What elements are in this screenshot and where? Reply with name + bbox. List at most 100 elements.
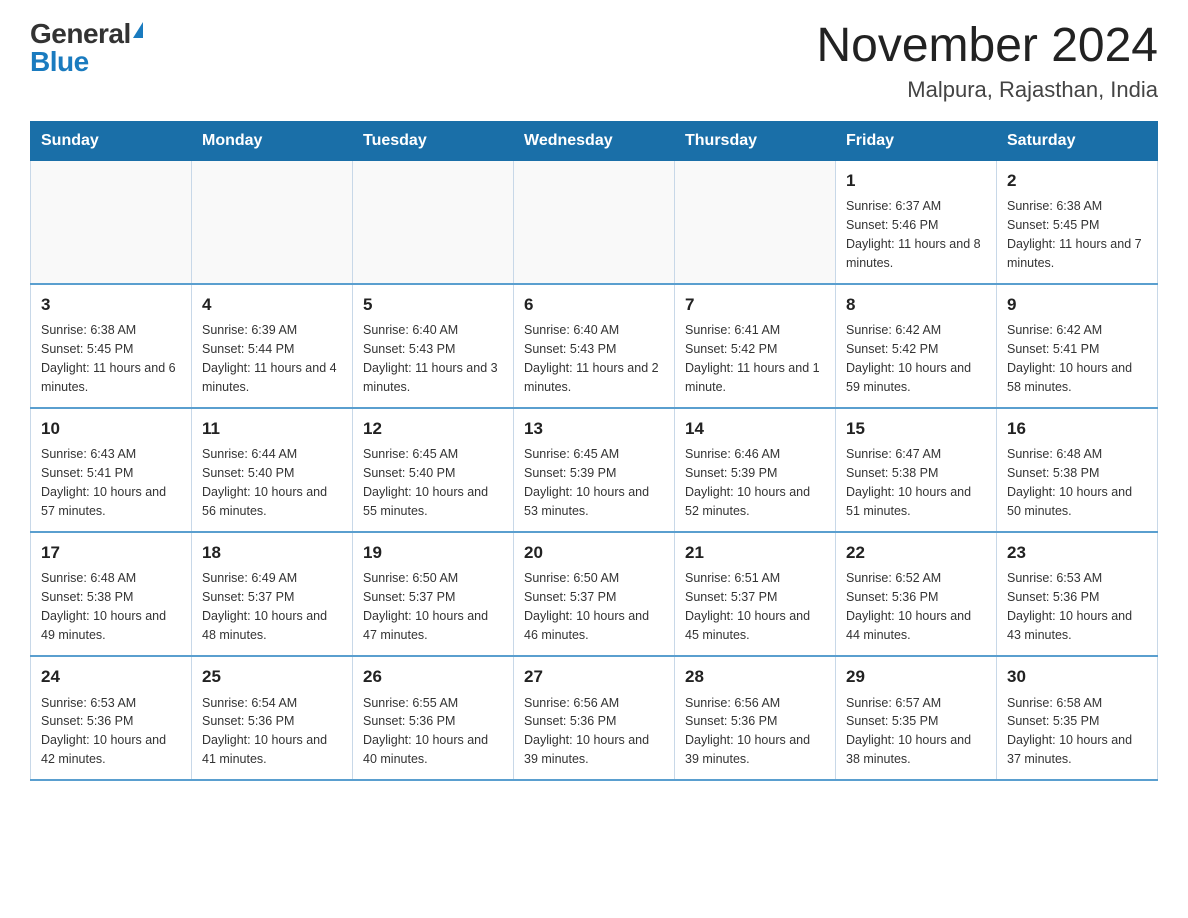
calendar-week-row: 17 Sunrise: 6:48 AM Sunset: 5:38 PM Dayli… [31,532,1158,656]
day-info-text: Sunrise: 6:47 AM Sunset: 5:38 PM Dayligh… [846,447,971,518]
day-info-text: Sunrise: 6:45 AM Sunset: 5:39 PM Dayligh… [524,447,649,518]
day-info-text: Sunrise: 6:54 AM Sunset: 5:36 PM Dayligh… [202,696,327,767]
day-number: 9 [1007,293,1147,318]
calendar-week-row: 3 Sunrise: 6:38 AM Sunset: 5:45 PM Daylig… [31,284,1158,408]
day-info-text: Sunrise: 6:46 AM Sunset: 5:39 PM Dayligh… [685,447,810,518]
day-info-text: Sunrise: 6:38 AM Sunset: 5:45 PM Dayligh… [1007,199,1142,270]
day-number: 13 [524,417,664,442]
day-info-text: Sunrise: 6:38 AM Sunset: 5:45 PM Dayligh… [41,323,176,394]
day-number: 19 [363,541,503,566]
day-number: 11 [202,417,342,442]
day-number: 16 [1007,417,1147,442]
day-of-week-header: Saturday [997,121,1158,160]
logo: General Blue [30,20,143,76]
calendar-day-cell [353,160,514,284]
day-number: 24 [41,665,181,690]
day-number: 21 [685,541,825,566]
calendar-day-cell: 22 Sunrise: 6:52 AM Sunset: 5:36 PM Dayli… [836,532,997,656]
day-number: 2 [1007,169,1147,194]
calendar-day-cell [192,160,353,284]
day-number: 29 [846,665,986,690]
day-number: 15 [846,417,986,442]
day-info-text: Sunrise: 6:52 AM Sunset: 5:36 PM Dayligh… [846,571,971,642]
calendar-day-cell: 3 Sunrise: 6:38 AM Sunset: 5:45 PM Daylig… [31,284,192,408]
calendar-day-cell: 9Sunrise: 6:42 AM Sunset: 5:41 PM Daylig… [997,284,1158,408]
calendar-week-row: 10 Sunrise: 6:43 AM Sunset: 5:41 PM Dayli… [31,408,1158,532]
day-info-text: Sunrise: 6:48 AM Sunset: 5:38 PM Dayligh… [1007,447,1132,518]
day-info-text: Sunrise: 6:44 AM Sunset: 5:40 PM Dayligh… [202,447,327,518]
calendar-day-cell: 25 Sunrise: 6:54 AM Sunset: 5:36 PM Dayli… [192,656,353,780]
day-info-text: Sunrise: 6:50 AM Sunset: 5:37 PM Dayligh… [524,571,649,642]
day-number: 14 [685,417,825,442]
calendar-day-cell: 17 Sunrise: 6:48 AM Sunset: 5:38 PM Dayli… [31,532,192,656]
calendar-day-cell: 18 Sunrise: 6:49 AM Sunset: 5:37 PM Dayli… [192,532,353,656]
day-info-text: Sunrise: 6:48 AM Sunset: 5:38 PM Dayligh… [41,571,166,642]
day-info-text: Sunrise: 6:37 AM Sunset: 5:46 PM Dayligh… [846,199,981,270]
calendar-week-row: 1Sunrise: 6:37 AM Sunset: 5:46 PM Daylig… [31,160,1158,284]
calendar-title: November 2024 [816,20,1158,73]
day-number: 5 [363,293,503,318]
day-of-week-header: Wednesday [514,121,675,160]
title-block: November 2024 Malpura, Rajasthan, India [816,20,1158,103]
day-number: 20 [524,541,664,566]
day-number: 10 [41,417,181,442]
day-number: 17 [41,541,181,566]
page-header: General Blue November 2024 Malpura, Raja… [30,20,1158,103]
calendar-day-cell: 15 Sunrise: 6:47 AM Sunset: 5:38 PM Dayli… [836,408,997,532]
calendar-day-cell: 11 Sunrise: 6:44 AM Sunset: 5:40 PM Dayli… [192,408,353,532]
day-of-week-header: Sunday [31,121,192,160]
calendar-day-cell [31,160,192,284]
day-info-text: Sunrise: 6:42 AM Sunset: 5:42 PM Dayligh… [846,323,971,394]
day-number: 12 [363,417,503,442]
day-number: 26 [363,665,503,690]
calendar-header-row: SundayMondayTuesdayWednesdayThursdayFrid… [31,121,1158,160]
day-number: 8 [846,293,986,318]
day-info-text: Sunrise: 6:49 AM Sunset: 5:37 PM Dayligh… [202,571,327,642]
calendar-day-cell: 26 Sunrise: 6:55 AM Sunset: 5:36 PM Dayli… [353,656,514,780]
calendar-day-cell: 27 Sunrise: 6:56 AM Sunset: 5:36 PM Dayli… [514,656,675,780]
calendar-day-cell: 10 Sunrise: 6:43 AM Sunset: 5:41 PM Dayli… [31,408,192,532]
day-number: 18 [202,541,342,566]
calendar-day-cell: 5 Sunrise: 6:40 AM Sunset: 5:43 PM Daylig… [353,284,514,408]
calendar-day-cell: 23Sunrise: 6:53 AM Sunset: 5:36 PM Dayli… [997,532,1158,656]
day-number: 6 [524,293,664,318]
day-of-week-header: Monday [192,121,353,160]
calendar-day-cell: 2 Sunrise: 6:38 AM Sunset: 5:45 PM Daylig… [997,160,1158,284]
day-of-week-header: Thursday [675,121,836,160]
day-info-text: Sunrise: 6:51 AM Sunset: 5:37 PM Dayligh… [685,571,810,642]
calendar-week-row: 24 Sunrise: 6:53 AM Sunset: 5:36 PM Dayli… [31,656,1158,780]
calendar-day-cell: 8 Sunrise: 6:42 AM Sunset: 5:42 PM Daylig… [836,284,997,408]
calendar-day-cell: 20 Sunrise: 6:50 AM Sunset: 5:37 PM Dayli… [514,532,675,656]
calendar-day-cell: 16 Sunrise: 6:48 AM Sunset: 5:38 PM Dayli… [997,408,1158,532]
day-number: 3 [41,293,181,318]
day-of-week-header: Tuesday [353,121,514,160]
day-info-text: Sunrise: 6:39 AM Sunset: 5:44 PM Dayligh… [202,323,337,394]
day-info-text: Sunrise: 6:53 AM Sunset: 5:36 PM Dayligh… [1007,571,1132,642]
logo-triangle-icon [133,22,143,38]
day-number: 25 [202,665,342,690]
day-info-text: Sunrise: 6:41 AM Sunset: 5:42 PM Dayligh… [685,323,820,394]
day-of-week-header: Friday [836,121,997,160]
calendar-day-cell: 14 Sunrise: 6:46 AM Sunset: 5:39 PM Dayli… [675,408,836,532]
day-number: 22 [846,541,986,566]
day-number: 27 [524,665,664,690]
calendar-day-cell: 29Sunrise: 6:57 AM Sunset: 5:35 PM Dayli… [836,656,997,780]
calendar-table: SundayMondayTuesdayWednesdayThursdayFrid… [30,121,1158,781]
day-info-text: Sunrise: 6:43 AM Sunset: 5:41 PM Dayligh… [41,447,166,518]
day-info-text: Sunrise: 6:56 AM Sunset: 5:36 PM Dayligh… [685,696,810,767]
logo-general-text: General [30,20,131,48]
calendar-day-cell: 4Sunrise: 6:39 AM Sunset: 5:44 PM Daylig… [192,284,353,408]
day-info-text: Sunrise: 6:55 AM Sunset: 5:36 PM Dayligh… [363,696,488,767]
day-number: 28 [685,665,825,690]
day-info-text: Sunrise: 6:45 AM Sunset: 5:40 PM Dayligh… [363,447,488,518]
day-info-text: Sunrise: 6:58 AM Sunset: 5:35 PM Dayligh… [1007,696,1132,767]
day-info-text: Sunrise: 6:56 AM Sunset: 5:36 PM Dayligh… [524,696,649,767]
calendar-subtitle: Malpura, Rajasthan, India [816,77,1158,103]
day-number: 7 [685,293,825,318]
day-info-text: Sunrise: 6:40 AM Sunset: 5:43 PM Dayligh… [524,323,659,394]
day-info-text: Sunrise: 6:40 AM Sunset: 5:43 PM Dayligh… [363,323,498,394]
day-info-text: Sunrise: 6:53 AM Sunset: 5:36 PM Dayligh… [41,696,166,767]
calendar-day-cell [514,160,675,284]
calendar-day-cell: 13 Sunrise: 6:45 AM Sunset: 5:39 PM Dayli… [514,408,675,532]
calendar-day-cell: 1Sunrise: 6:37 AM Sunset: 5:46 PM Daylig… [836,160,997,284]
